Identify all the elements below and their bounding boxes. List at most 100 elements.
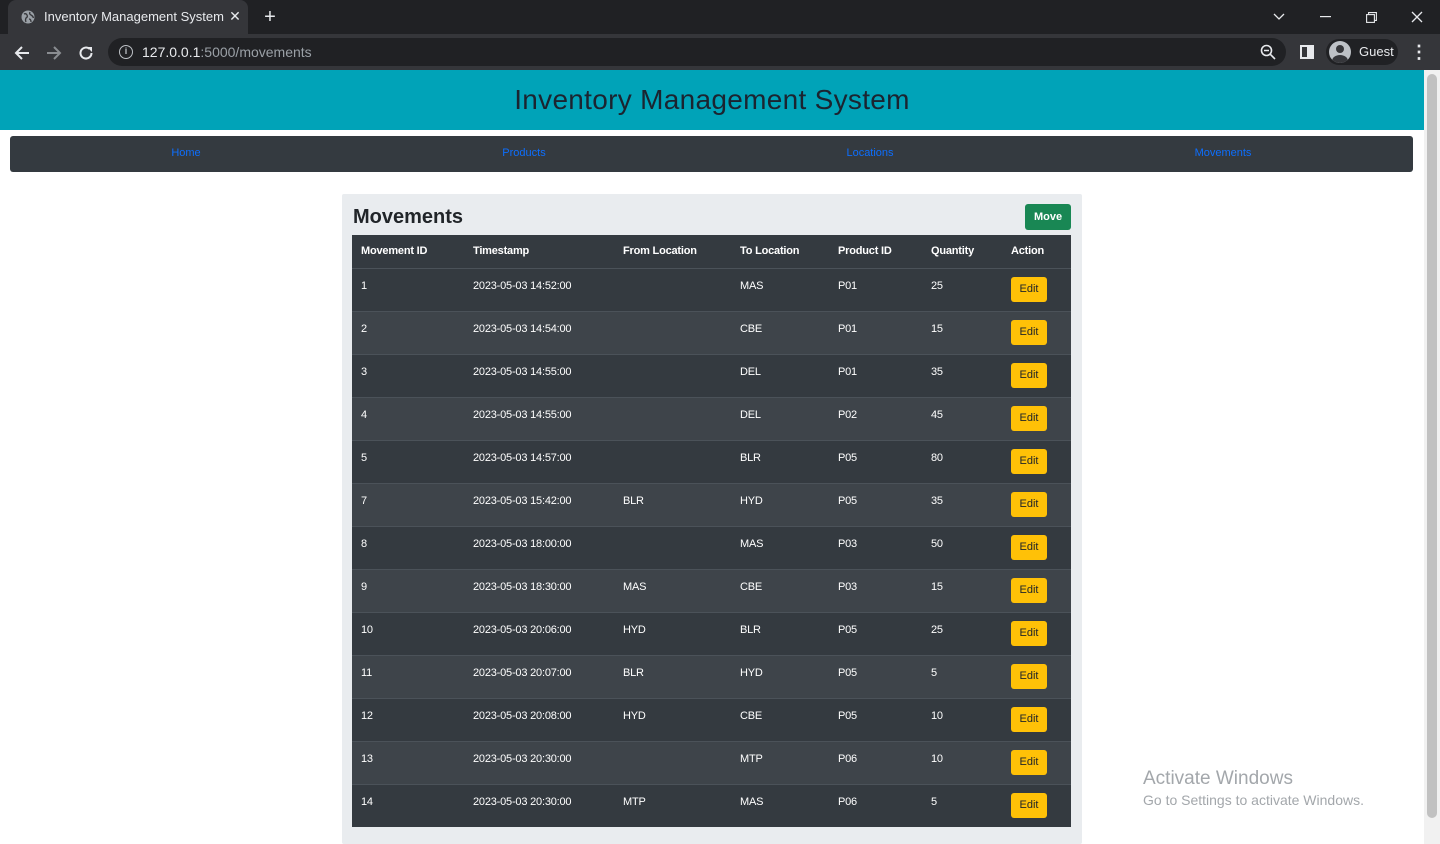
table-row: 10 2023-05-03 20:06:00 HYD BLR P05 25 Edit [352, 611, 1071, 655]
movement-id-cell: 1 [352, 267, 464, 311]
browser-toolbar: i 127.0.0.1:5000/movements Guest ⋮ [0, 34, 1440, 70]
table-header-row: Movement ID Timestamp From Location To L… [352, 235, 1071, 268]
to-location-cell: DEL [731, 353, 829, 397]
address-bar[interactable]: i 127.0.0.1:5000/movements [108, 38, 1286, 66]
scrollbar-thumb[interactable] [1427, 74, 1437, 818]
nav-movements-link[interactable]: Movements [1195, 147, 1252, 159]
action-cell: Edit [1002, 568, 1071, 612]
movement-id-cell: 8 [352, 525, 464, 569]
movement-id-cell: 9 [352, 568, 464, 612]
quantity-cell: 25 [922, 611, 1002, 655]
from-location-cell [614, 740, 731, 784]
movements-table: Movement ID Timestamp From Location To L… [352, 235, 1071, 827]
quantity-cell: 10 [922, 740, 1002, 784]
from-location-cell: MAS [614, 568, 731, 612]
to-location-cell: DEL [731, 396, 829, 440]
nav-locations-link[interactable]: Locations [846, 147, 893, 159]
menu-icon[interactable]: ⋮ [1410, 42, 1428, 62]
zoom-icon[interactable] [1260, 44, 1276, 60]
product-id-cell: P06 [829, 783, 922, 827]
new-tab-icon[interactable]: + [259, 6, 281, 28]
product-id-cell: P03 [829, 568, 922, 612]
column-header: Movement ID [361, 245, 428, 258]
to-location-cell: MTP [731, 740, 829, 784]
profile-button[interactable]: Guest [1326, 39, 1398, 65]
timestamp-cell: 2023-05-03 14:55:00 [464, 353, 614, 397]
tab-search-icon[interactable] [1256, 0, 1302, 34]
nav-products-link[interactable]: Products [502, 147, 545, 159]
globe-icon [21, 10, 35, 24]
table-row: 9 2023-05-03 18:30:00 MAS CBE P03 15 Edit [352, 568, 1071, 612]
edit-button[interactable]: Edit [1011, 534, 1047, 560]
action-cell: Edit [1002, 611, 1071, 655]
table-row: 4 2023-05-03 14:55:00 DEL P02 45 Edit [352, 396, 1071, 440]
action-cell: Edit [1002, 525, 1071, 569]
action-cell: Edit [1002, 654, 1071, 698]
movement-id-cell: 14 [352, 783, 464, 827]
edit-button[interactable]: Edit [1011, 448, 1047, 474]
product-id-cell: P05 [829, 439, 922, 483]
side-panel-icon[interactable] [1300, 45, 1314, 59]
url-text: 127.0.0.1:5000/movements [142, 44, 312, 60]
edit-button[interactable]: Edit [1011, 577, 1047, 603]
table-row: 12 2023-05-03 20:08:00 HYD CBE P05 10 Edit [352, 697, 1071, 741]
to-location-cell: MAS [731, 267, 829, 311]
product-id-cell: P05 [829, 697, 922, 741]
movement-id-cell: 4 [352, 396, 464, 440]
quantity-cell: 35 [922, 353, 1002, 397]
product-id-cell: P05 [829, 611, 922, 655]
edit-button[interactable]: Edit [1011, 491, 1047, 517]
watermark-title: Activate Windows [1143, 768, 1293, 789]
edit-button[interactable]: Edit [1011, 706, 1047, 732]
edit-button[interactable]: Edit [1011, 792, 1047, 818]
movement-id-cell: 11 [352, 654, 464, 698]
timestamp-cell: 2023-05-03 20:30:00 [464, 740, 614, 784]
edit-button[interactable]: Edit [1011, 276, 1047, 302]
column-header: Product ID [838, 245, 892, 258]
action-cell: Edit [1002, 740, 1071, 784]
product-id-cell: P05 [829, 482, 922, 526]
from-location-cell [614, 525, 731, 569]
site-info-icon[interactable]: i [119, 45, 133, 59]
edit-button[interactable]: Edit [1011, 749, 1047, 775]
edit-button[interactable]: Edit [1011, 319, 1047, 345]
browser-tab[interactable]: Inventory Management System ✕ [8, 0, 248, 34]
quantity-cell: 15 [922, 568, 1002, 612]
column-header: Action [1011, 245, 1045, 258]
forward-icon[interactable] [42, 41, 66, 65]
to-location-cell: MAS [731, 525, 829, 569]
edit-button[interactable]: Edit [1011, 362, 1047, 388]
table-row: 2 2023-05-03 14:54:00 CBE P01 15 Edit [352, 310, 1071, 354]
reload-icon[interactable] [74, 41, 98, 65]
edit-button[interactable]: Edit [1011, 663, 1047, 689]
edit-button[interactable]: Edit [1011, 405, 1047, 431]
to-location-cell: HYD [731, 482, 829, 526]
edit-button[interactable]: Edit [1011, 620, 1047, 646]
nav-home-link[interactable]: Home [171, 147, 200, 159]
page-scrollbar[interactable] [1424, 70, 1440, 844]
timestamp-cell: 2023-05-03 14:57:00 [464, 439, 614, 483]
minimize-icon[interactable] [1302, 0, 1348, 34]
move-button[interactable]: Move [1025, 204, 1071, 230]
activate-windows-watermark: Activate Windows Go to Settings to activ… [1143, 768, 1364, 808]
table-row: 5 2023-05-03 14:57:00 BLR P05 80 Edit [352, 439, 1071, 483]
back-icon[interactable] [10, 41, 34, 65]
to-location-cell: CBE [731, 310, 829, 354]
to-location-cell: CBE [731, 697, 829, 741]
column-header: Quantity [931, 245, 975, 258]
restore-icon[interactable] [1348, 0, 1394, 34]
close-window-icon[interactable] [1394, 0, 1440, 34]
from-location-cell: MTP [614, 783, 731, 827]
avatar-icon [1329, 41, 1351, 63]
timestamp-cell: 2023-05-03 14:54:00 [464, 310, 614, 354]
to-location-cell: CBE [731, 568, 829, 612]
movement-id-cell: 3 [352, 353, 464, 397]
movement-id-cell: 12 [352, 697, 464, 741]
close-tab-icon[interactable]: ✕ [226, 7, 244, 25]
from-location-cell [614, 353, 731, 397]
action-cell: Edit [1002, 353, 1071, 397]
main-nav: Home Products Locations Movements [10, 136, 1413, 172]
table-row: 7 2023-05-03 15:42:00 BLR HYD P05 35 Edit [352, 482, 1071, 526]
table-row: 14 2023-05-03 20:30:00 MTP MAS P06 5 Edit [352, 783, 1071, 827]
timestamp-cell: 2023-05-03 18:00:00 [464, 525, 614, 569]
